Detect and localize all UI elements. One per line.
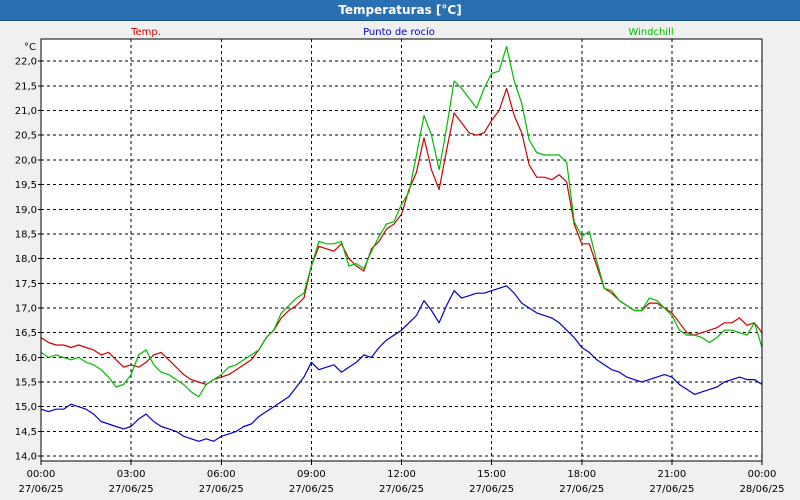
y-tick-label: 18,0 xyxy=(15,254,37,265)
x-tick-label-time: 21:00 xyxy=(657,469,686,480)
x-tick-label-date: 27/06/25 xyxy=(19,484,64,495)
y-tick-label: 18,5 xyxy=(15,229,37,240)
y-tick-label: 20,0 xyxy=(15,155,37,166)
x-tick-label-date: 27/06/25 xyxy=(469,484,514,495)
y-tick-label: 21,5 xyxy=(15,81,37,92)
x-tick-label-time: 09:00 xyxy=(297,469,326,480)
y-tick-label: 20,5 xyxy=(15,131,37,142)
x-tick-label-time: 12:00 xyxy=(387,469,416,480)
x-tick-label-time: 18:00 xyxy=(567,469,596,480)
y-tick-label: 14,5 xyxy=(15,427,37,438)
x-tick-label-date: 27/06/25 xyxy=(199,484,244,495)
y-unit-label: °C xyxy=(24,42,36,53)
x-tick-label-time: 03:00 xyxy=(117,469,146,480)
legend-entry: Temp. xyxy=(130,27,161,38)
x-tick-label-date: 27/06/25 xyxy=(559,484,604,495)
y-tick-label: 16,0 xyxy=(15,353,37,364)
y-tick-label: 19,5 xyxy=(15,180,37,191)
x-tick-label-date: 27/06/25 xyxy=(109,484,154,495)
x-tick-label-time: 15:00 xyxy=(477,469,506,480)
window-title: Temperaturas [°C] xyxy=(338,3,462,17)
x-tick-label-date: 27/06/25 xyxy=(649,484,694,495)
x-tick-label-date: 28/06/25 xyxy=(740,484,785,495)
x-tick-label-time: 00:00 xyxy=(748,469,777,480)
x-tick-label-date: 27/06/25 xyxy=(379,484,424,495)
y-tick-label: 21,0 xyxy=(15,106,37,117)
temperature-chart: 14,0 14,5 15,0 15,5 16,0 16,5 17,0 17,5 18,0 18,5… xyxy=(15,26,785,495)
x-tick-label-date: 27/06/25 xyxy=(289,484,334,495)
y-tick-label: 16,5 xyxy=(15,328,37,339)
y-tick-label: 17,5 xyxy=(15,279,37,290)
x-tick-label-time: 06:00 xyxy=(207,469,236,480)
x-tick-label-time: 00:00 xyxy=(27,469,56,480)
y-tick-label: 14,0 xyxy=(15,452,37,463)
y-tick-label: 15,5 xyxy=(15,378,37,389)
y-tick-label: 22,0 xyxy=(15,57,37,68)
y-tick-label: 15,0 xyxy=(15,402,37,413)
y-tick-label: 19,0 xyxy=(15,205,37,216)
legend-entry: Punto de rocío xyxy=(363,26,435,38)
legend-entry: Windchill xyxy=(628,27,673,38)
y-tick-label: 17,0 xyxy=(15,303,37,314)
chart-title-bar: Temperaturas [°C] xyxy=(0,0,800,21)
